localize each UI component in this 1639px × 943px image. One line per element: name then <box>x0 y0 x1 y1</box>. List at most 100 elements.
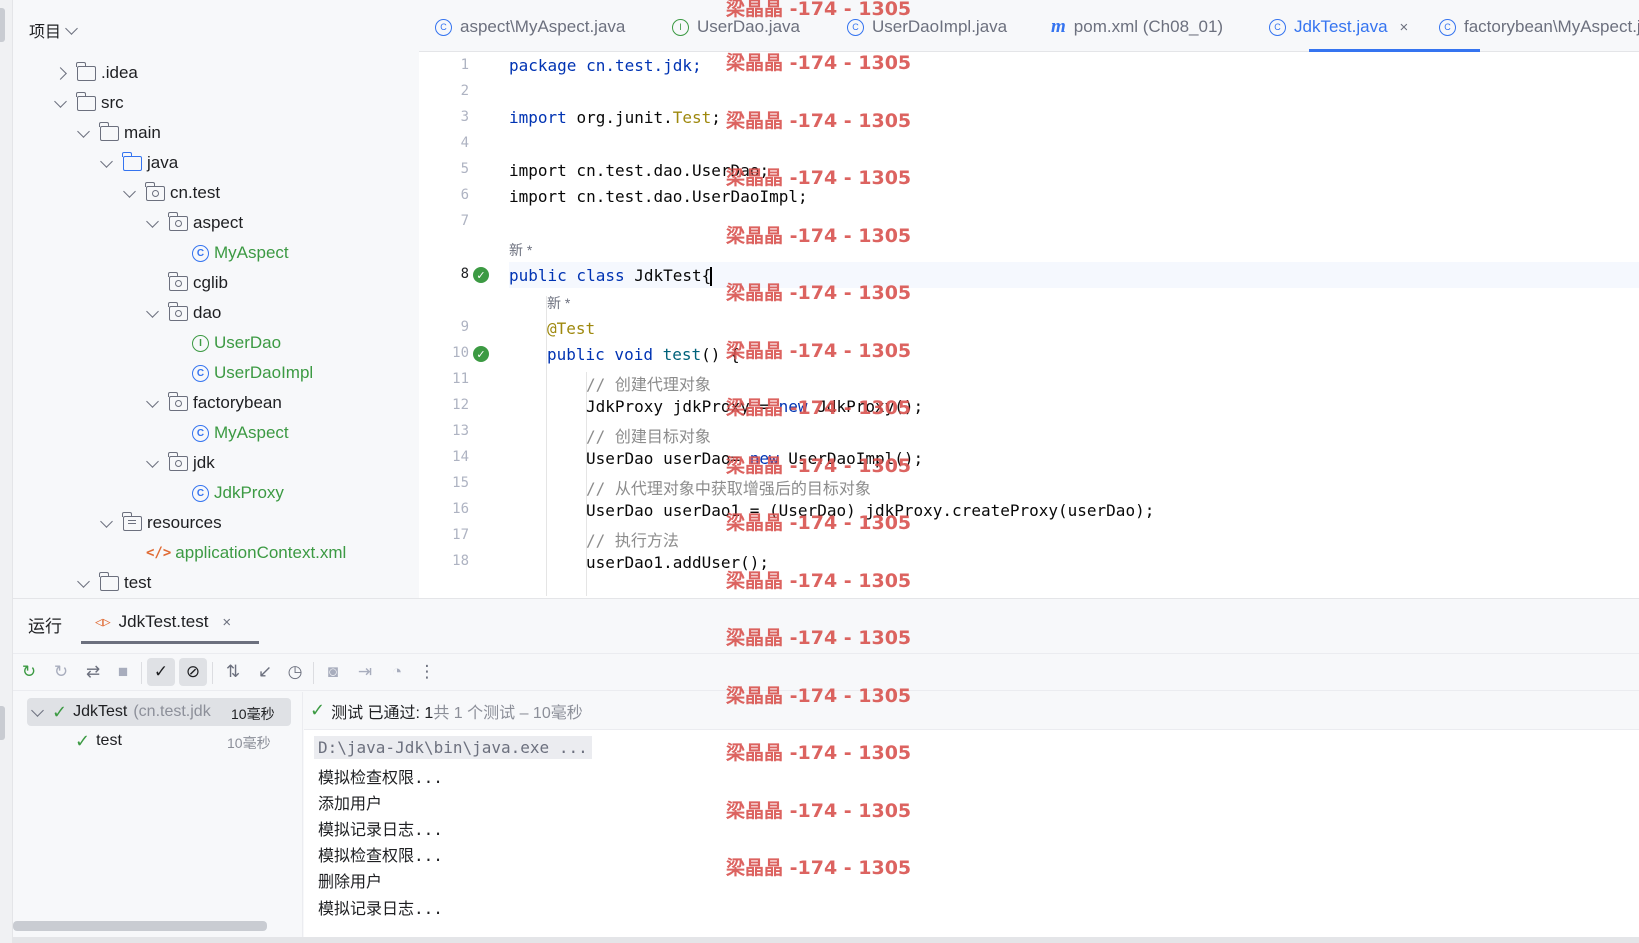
tab-pom[interactable]: m pom.xml (Ch08_01) <box>1051 14 1223 40</box>
run-config-icon: ◁▷ <box>95 614 111 630</box>
camera-icon[interactable]: ◙ <box>319 658 347 686</box>
tree-item-label: MyAspect <box>214 243 289 262</box>
code-editor[interactable]: 1 2 3 4 5 6 7 8 9 10 11 12 13 14 15 16 1… <box>419 52 1639 598</box>
tab-userdao[interactable]: I UserDao.java <box>672 14 800 40</box>
console-line: 模拟检查权限... <box>318 768 443 787</box>
test-status-count: 共 1 个测试 – 10毫秒 <box>433 704 583 722</box>
folder-icon <box>76 91 96 111</box>
results-scrollbar[interactable] <box>13 921 267 931</box>
strip-handle-top[interactable] <box>0 8 5 42</box>
run-tab-indicator <box>81 641 259 644</box>
tree-item-cglib[interactable]: cglib <box>145 268 228 298</box>
tree-item-main[interactable]: main <box>76 118 161 148</box>
tree-item-src[interactable]: src <box>53 88 124 118</box>
folder-icon <box>122 151 142 171</box>
history-icon[interactable]: ◷ <box>281 658 309 686</box>
test-results-tree: ✓ JdkTest (cn.test.jdk 10毫秒 ✓ test 10毫秒 <box>13 692 303 943</box>
project-view-selector[interactable]: 项目 <box>29 18 78 42</box>
show-passed-icon[interactable]: ✓ <box>147 658 175 686</box>
run-test-method-icon[interactable]: ✓ <box>473 346 489 362</box>
code-token: JdkProxy(); <box>807 397 924 416</box>
tab-factorybean-myaspect[interactable]: C factorybean\MyAspect.java <box>1439 14 1639 40</box>
tree-item-myaspect[interactable]: C MyAspect <box>168 418 289 448</box>
chevron-down-icon[interactable] <box>122 184 136 200</box>
run-tab-jdktest[interactable]: ◁▷ JdkTest.test × <box>95 612 231 632</box>
code-line-1: package cn.test.jdk; <box>509 56 702 75</box>
toggle-auto-test-icon[interactable]: ⇄ <box>79 658 107 686</box>
code-token: public class <box>509 266 635 285</box>
tree-item-label: .idea <box>101 63 138 82</box>
gutter: 1 2 3 4 5 6 7 8 9 10 11 12 13 14 15 16 1… <box>419 52 509 598</box>
close-icon[interactable]: × <box>222 614 231 631</box>
chevron-right-icon[interactable] <box>53 66 67 80</box>
tree-item-aspect[interactable]: aspect <box>145 208 243 238</box>
tree-item-resources[interactable]: resources <box>99 508 222 538</box>
more-options-icon[interactable]: ⋮ <box>413 658 441 686</box>
chevron-down-icon[interactable] <box>76 574 90 590</box>
import-tests-icon[interactable]: ↙ <box>251 658 279 686</box>
tree-item-applicationcontext-xml[interactable]: </> applicationContext.xml <box>122 538 346 568</box>
package-icon <box>168 271 188 291</box>
code-line-9: @Test <box>547 319 596 338</box>
console-line: 模拟检查权限... <box>318 846 443 865</box>
test-class-package: (cn.test.jdk <box>133 703 211 720</box>
tree-item-label: resources <box>147 513 222 532</box>
chevron-down-icon[interactable] <box>99 514 113 530</box>
chevron-down-icon[interactable] <box>145 214 159 230</box>
chevron-down-icon[interactable] <box>145 394 159 410</box>
code-line-5: import cn.test.dao.UserDao; <box>509 161 769 180</box>
left-tool-strip <box>0 0 13 943</box>
xml-file-icon: </> <box>146 545 172 561</box>
coverage-icon[interactable]: ◔ <box>383 658 411 686</box>
tab-label: UserDao.java <box>697 17 800 36</box>
export-icon[interactable]: ⇥ <box>351 658 379 686</box>
chevron-down-icon[interactable] <box>53 94 67 110</box>
tree-item-factorybean[interactable]: factorybean <box>145 388 282 418</box>
rerun-failed-icon[interactable]: ↻ <box>47 658 75 686</box>
class-icon: C <box>1439 18 1456 36</box>
code-token: UserDao userDao= <box>586 449 750 468</box>
chevron-down-icon[interactable] <box>145 454 159 470</box>
tab-label: aspect\MyAspect.java <box>460 17 626 36</box>
tree-item-jdk[interactable]: jdk <box>145 448 215 478</box>
run-test-class-icon[interactable]: ✓ <box>473 267 489 283</box>
class-icon: C <box>192 244 209 262</box>
tab-aspect-myaspect[interactable]: C aspect\MyAspect.java <box>435 14 625 40</box>
test-method-duration: 10毫秒 <box>227 735 271 751</box>
interface-icon: I <box>192 334 209 352</box>
console-line: 添加用户 <box>318 794 383 813</box>
code-token: import cn.test.dao.UserDao; <box>509 161 770 180</box>
chevron-down-icon[interactable] <box>76 124 90 140</box>
tree-item-java[interactable]: java <box>99 148 178 178</box>
console-command-line[interactable]: D:\java-Jdk\bin\java.exe ... <box>314 736 592 759</box>
tree-item-userdaoimpl[interactable]: C UserDaoImpl <box>168 358 313 388</box>
chevron-down-icon[interactable] <box>99 154 113 170</box>
strip-handle-bottom[interactable] <box>0 706 5 740</box>
tree-item-cn-test[interactable]: cn.test <box>122 178 220 208</box>
code-line-14: UserDao userDao= new UserDaoImpl(); <box>586 449 923 468</box>
tree-item-dao[interactable]: dao <box>145 298 221 328</box>
toolbar-separator <box>313 662 314 684</box>
tree-item-userdao[interactable]: I UserDao <box>168 328 281 358</box>
console-output[interactable]: ✓ 测试 已通过: 1 共 1 个测试 – 10毫秒 D:\java-Jdk\b… <box>304 692 1639 943</box>
code-line-18: userDao1.addUser(); <box>586 553 770 572</box>
tab-jdktest[interactable]: C JdkTest.java × <box>1269 14 1408 40</box>
tree-item-test[interactable]: test <box>76 568 151 598</box>
tree-item--idea[interactable]: .idea <box>53 58 138 88</box>
stop-icon[interactable]: ■ <box>109 658 137 686</box>
tab-userdaoimpl[interactable]: C UserDaoImpl.java <box>847 14 1007 40</box>
close-icon[interactable]: × <box>1400 19 1409 36</box>
chevron-down-icon[interactable] <box>145 304 159 320</box>
test-row-test[interactable]: ✓ test <box>75 727 122 755</box>
inlay-hint-new[interactable]: 新 * <box>509 240 532 260</box>
tree-item-myaspect[interactable]: C MyAspect <box>168 238 289 268</box>
package-icon <box>168 451 188 471</box>
show-ignored-icon[interactable]: ⊘ <box>179 658 207 686</box>
sort-icon[interactable]: ⇅ <box>219 658 247 686</box>
inlay-hint-new[interactable]: 新 * <box>547 293 570 313</box>
line-number: 7 <box>460 213 469 229</box>
rerun-icon[interactable]: ↻ <box>15 658 43 686</box>
tree-item-label: applicationContext.xml <box>175 543 347 562</box>
tree-item-label: MyAspect <box>214 423 289 442</box>
tree-item-jdkproxy[interactable]: C JdkProxy <box>168 478 284 508</box>
